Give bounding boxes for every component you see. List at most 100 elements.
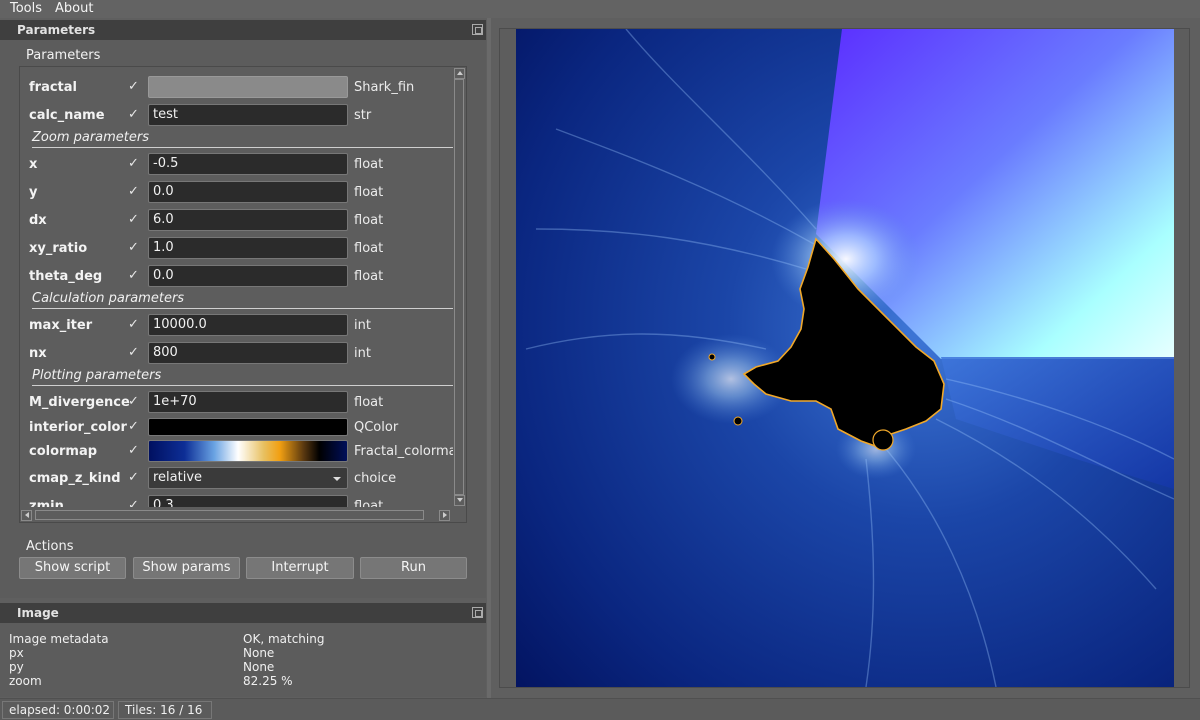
scroll-right-icon[interactable] [439,510,450,521]
zmin-input[interactable]: 0.3 [148,495,348,507]
x-input[interactable]: -0.5 [148,153,348,175]
param-type: int [354,318,371,333]
param-type: QColor [354,420,399,435]
scroll-down-icon[interactable] [454,495,465,506]
chevron-down-icon [333,477,341,481]
scroll-left-icon[interactable] [21,510,32,521]
dock-float-icon[interactable] [472,24,483,35]
dock-float-icon[interactable] [472,607,483,618]
meta-value: None [243,646,275,660]
param-row-theta-deg: theta_deg ✓ 0.0 float [20,265,453,289]
menu-bar: Tools About [0,0,1200,18]
theta-deg-input[interactable]: 0.0 [148,265,348,287]
interior-color-swatch[interactable] [148,418,348,436]
meta-value: None [243,660,275,674]
m-divergence-input[interactable]: 1e+70 [148,391,348,413]
vertical-scroll-track[interactable] [454,79,464,495]
meta-value: OK, matching [243,632,325,646]
param-type: Fractal_colormap [354,444,453,459]
param-checkbox[interactable]: ✓ [128,79,139,94]
param-name: x [29,157,38,172]
param-checkbox[interactable]: ✓ [128,184,139,199]
param-row-calc-name: calc_name ✓ test str [20,104,453,128]
param-type: float [354,499,384,507]
status-bar: elapsed: 0:00:02 Tiles: 16 / 16 [0,698,1200,720]
param-row-xy-ratio: xy_ratio ✓ 1.0 float [20,237,453,261]
show-script-button[interactable]: Show script [19,557,126,579]
param-name: colormap [29,444,98,459]
horizontal-scrollbar[interactable] [20,508,453,522]
dock-splitter[interactable] [487,18,491,698]
actions-group-label: Actions [26,539,74,554]
cmap-z-kind-select[interactable]: relative [148,467,348,489]
colormap-gradient-swatch[interactable] [148,440,348,462]
param-type: float [354,185,384,200]
nx-input[interactable]: 800 [148,342,348,364]
meta-key: py [9,660,24,674]
section-label: Plotting parameters [32,368,162,383]
run-button[interactable]: Run [360,557,467,579]
param-checkbox[interactable]: ✓ [128,107,139,122]
param-row-nx: nx ✓ 800 int [20,342,453,366]
param-row-dx: dx ✓ 6.0 float [20,209,453,233]
param-checkbox[interactable]: ✓ [128,498,139,507]
param-row-m-divergence: M_divergence ✓ 1e+70 float [20,391,453,415]
param-name: fractal [29,80,77,95]
parameters-scroll-area: fractal ✓ Shark_fin calc_name ✓ test str… [19,66,467,523]
param-checkbox[interactable]: ✓ [128,212,139,227]
param-name: calc_name [29,108,105,123]
cmap-z-kind-value: relative [153,470,203,485]
max-iter-input[interactable]: 10000.0 [148,314,348,336]
param-name: theta_deg [29,269,103,284]
param-type: float [354,269,384,284]
param-checkbox[interactable]: ✓ [128,156,139,171]
tiles-count: Tiles: 16 / 16 [118,701,212,719]
param-row-colormap: colormap ✓ Fractal_colormap [20,440,453,464]
parameters-dock-title[interactable]: Parameters [0,20,486,40]
parameters-group-label: Parameters [26,48,101,63]
param-name: dx [29,213,47,228]
image-dock-title[interactable]: Image [0,603,486,623]
param-checkbox[interactable]: ✓ [128,470,139,485]
param-row-interior-color: interior_color ✓ QColor [20,416,453,440]
y-input[interactable]: 0.0 [148,181,348,203]
show-params-button[interactable]: Show params [133,557,240,579]
param-row-zmin: zmin ✓ 0.3 float [20,495,453,507]
param-row-y: y ✓ 0.0 float [20,181,453,205]
param-checkbox[interactable]: ✓ [128,394,139,409]
vertical-scrollbar[interactable] [453,67,466,507]
section-zoom-parameters: Zoom parameters [32,130,453,148]
elapsed-time: elapsed: 0:00:02 [2,701,114,719]
param-checkbox[interactable]: ✓ [128,240,139,255]
param-checkbox[interactable]: ✓ [128,345,139,360]
interrupt-button[interactable]: Interrupt [246,557,354,579]
menu-about[interactable]: About [55,1,93,16]
param-row-fractal: fractal ✓ Shark_fin [20,76,453,100]
param-name: nx [29,346,47,361]
param-name: zmin [29,499,64,507]
param-checkbox[interactable]: ✓ [128,268,139,283]
param-type: str [354,108,372,123]
param-checkbox[interactable]: ✓ [128,419,139,434]
dx-input[interactable]: 6.0 [148,209,348,231]
section-calculation-parameters: Calculation parameters [32,291,453,309]
param-row-x: x ✓ -0.5 float [20,153,453,177]
param-type: float [354,395,384,410]
fractal-image[interactable] [516,29,1174,687]
section-label: Zoom parameters [32,130,150,145]
param-checkbox[interactable]: ✓ [128,317,139,332]
param-type: float [354,213,384,228]
calc-name-input[interactable]: test [148,104,348,126]
menu-tools[interactable]: Tools [10,1,42,16]
param-name: y [29,185,38,200]
param-type: float [354,241,384,256]
param-type: choice [354,471,397,486]
param-type: float [354,157,384,172]
parameters-list: fractal ✓ Shark_fin calc_name ✓ test str… [20,67,453,507]
param-checkbox[interactable]: ✓ [128,443,139,458]
horizontal-scroll-track[interactable] [35,510,424,520]
xy-ratio-input[interactable]: 1.0 [148,237,348,259]
meta-key: Image metadata [9,632,109,646]
fractal-edit-button[interactable] [148,76,348,98]
scroll-up-icon[interactable] [454,68,465,79]
